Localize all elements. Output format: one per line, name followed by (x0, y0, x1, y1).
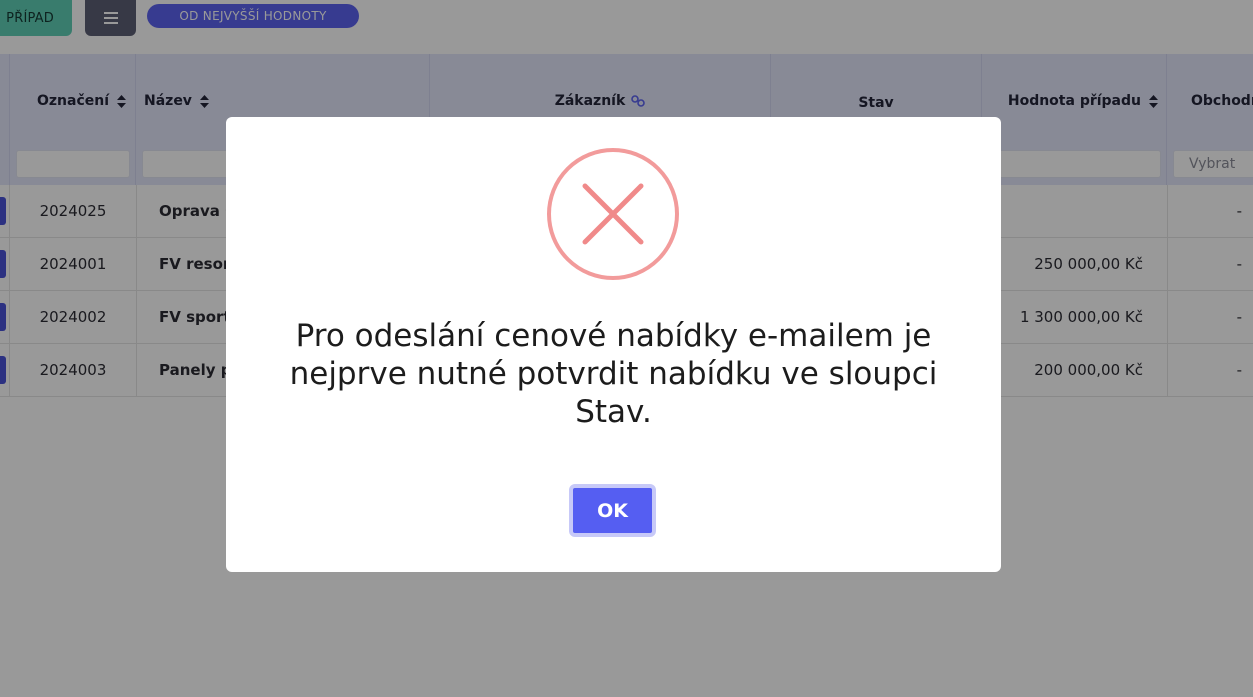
error-x-icon (547, 148, 679, 280)
error-dialog: Pro odeslání cenové nabídky e-mailem je … (226, 117, 1001, 572)
app-root: PŘÍPAD OD NEJVYŠŠÍ HODNOTY Označení Náze… (0, 0, 1253, 697)
dialog-message: Pro odeslání cenové nabídky e-mailem je … (289, 318, 938, 430)
ok-button[interactable]: OK (569, 484, 656, 537)
